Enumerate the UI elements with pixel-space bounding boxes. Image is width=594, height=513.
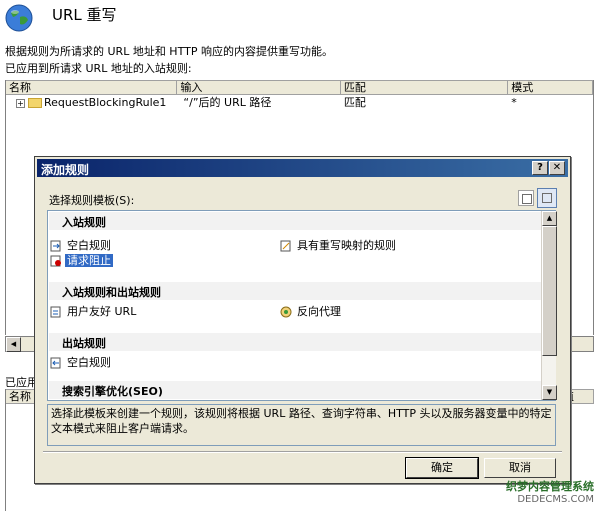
section-inbound: 入站规则 (62, 216, 106, 229)
details-view-icon[interactable] (518, 190, 534, 206)
blank-rule-icon (50, 357, 62, 369)
column-header-match[interactable]: 匹配 (341, 81, 509, 94)
page-description: 根据规则为所请求的 URL 地址和 HTTP 响应的内容提供重写功能。 (5, 45, 333, 58)
watermark-title: 织梦内容管理系统 (506, 480, 594, 493)
section-seo: 搜索引擎优化(SEO) (62, 385, 163, 398)
inbound-rules-label: 已应用到所请求 URL 地址的入站规则: (5, 62, 192, 75)
tiles-view-icon[interactable] (537, 188, 557, 208)
scroll-left-icon[interactable]: ◀ (6, 337, 21, 352)
close-button[interactable]: ✕ (549, 161, 565, 175)
expand-icon[interactable]: + (16, 98, 25, 108)
dialog-title: 添加规则 (41, 163, 90, 177)
template-request-blocking[interactable]: 请求阻止 (50, 253, 113, 269)
scroll-up-icon[interactable]: ▲ (542, 211, 557, 226)
template-blank-outbound[interactable]: 空白规则 (50, 355, 113, 371)
add-rule-dialog: 添加规则 ? ✕ 选择规则模板(S): 入站规则 空白规则 具有重写映射的规则 … (34, 156, 571, 484)
reverse-proxy-icon (280, 306, 292, 318)
request-block-icon (50, 255, 62, 267)
rule-name: RequestBlockingRule1 (44, 96, 167, 109)
select-template-label: 选择规则模板(S): (49, 194, 135, 207)
rule-pattern: * (511, 96, 517, 109)
rule-input: “/”后的 URL 路径 (183, 96, 272, 109)
divider (43, 451, 562, 453)
template-blank-inbound[interactable]: 空白规则 (50, 238, 113, 254)
blank-rule-icon (50, 240, 62, 252)
template-reverse-proxy[interactable]: 反向代理 (280, 304, 343, 320)
scroll-down-icon[interactable]: ▼ (542, 385, 557, 400)
template-list[interactable]: 入站规则 空白规则 具有重写映射的规则 请求阻止 入站规则和出站规则 用户友好 … (47, 210, 557, 401)
template-rewrite-map[interactable]: 具有重写映射的规则 (280, 238, 398, 254)
rule-match: 匹配 (343, 96, 366, 109)
grid-header: 名称 输入 匹配 模式 (6, 80, 593, 95)
folder-icon (28, 98, 42, 108)
table-row[interactable]: + RequestBlockingRule1 “/”后的 URL 路径 匹配 * (6, 95, 593, 111)
page-title: URL 重写 (52, 6, 117, 24)
cancel-button[interactable]: 取消 (484, 458, 556, 478)
section-inbound-outbound: 入站规则和出站规则 (62, 286, 161, 299)
rewrite-map-icon (280, 240, 292, 252)
globe-icon (4, 3, 34, 33)
help-button[interactable]: ? (532, 161, 548, 175)
template-description: 选择此模板来创建一个规则，该规则将根据 URL 路径、查询字符串、HTTP 头以… (47, 404, 556, 446)
ok-button[interactable]: 确定 (405, 457, 479, 479)
dialog-titlebar[interactable]: 添加规则 ? ✕ (37, 159, 568, 177)
watermark-url: DEDECMS.COM (517, 494, 594, 505)
column-header-input[interactable]: 输入 (177, 81, 341, 94)
scrollbar-thumb[interactable] (542, 226, 557, 356)
vertical-scrollbar[interactable]: ▲ ▼ (541, 211, 557, 400)
section-outbound: 出站规则 (62, 337, 106, 350)
column-header-pattern[interactable]: 模式 (508, 81, 593, 94)
column-header-name[interactable]: 名称 (6, 81, 178, 94)
user-friendly-url-icon (50, 306, 62, 318)
template-user-friendly-url[interactable]: 用户友好 URL (50, 304, 138, 320)
watermark: 织梦内容管理系统 DEDECMS.COM (484, 480, 594, 506)
